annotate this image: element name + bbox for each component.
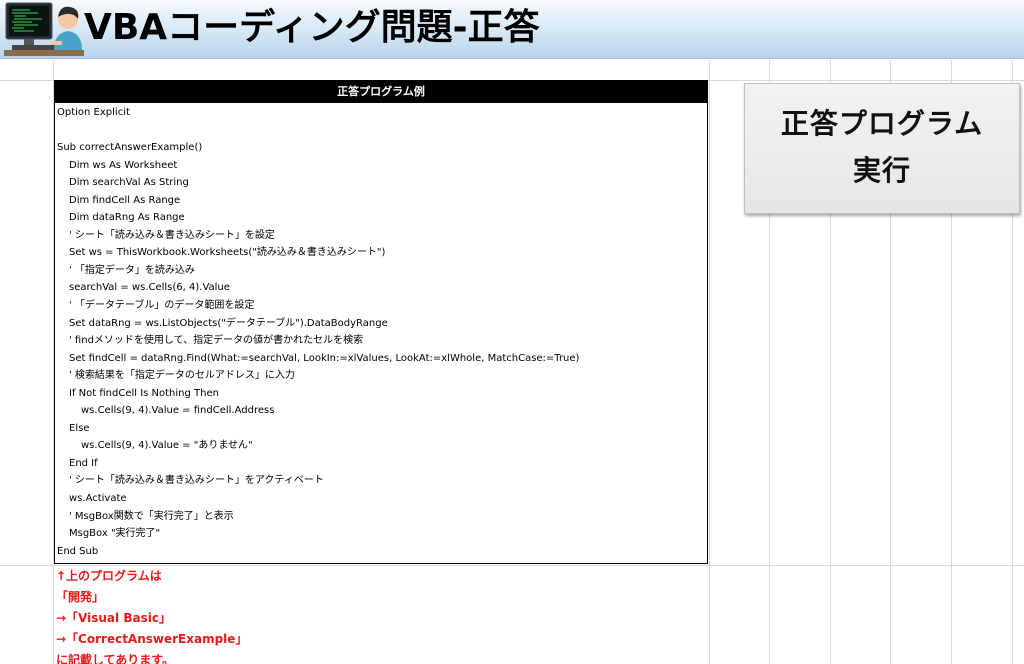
- code-line: Dim findCell As Range: [55, 192, 707, 210]
- run-answer-program-button[interactable]: 正答プログラム 実行: [744, 83, 1020, 214]
- code-block-header: 正答プログラム例: [55, 81, 707, 103]
- code-line-text: searchVal = ws.Cells(6, 4).Value: [69, 282, 230, 294]
- code-line-text: Else: [69, 422, 90, 434]
- code-line: ' 「データテーブル」のデータ範囲を設定: [55, 297, 707, 315]
- code-line-text: ' 検索結果を「指定データのセルアドレス」に入力: [69, 370, 295, 382]
- code-line-text: Dim dataRng As Range: [69, 212, 185, 224]
- programmer-at-computer-icon: [4, 1, 84, 57]
- code-line-text: Dim searchVal As String: [69, 177, 189, 189]
- code-line: Dim ws As Worksheet: [55, 157, 707, 175]
- code-line-text: MsgBox "実行完了": [69, 528, 161, 540]
- note-line: →「CorrectAnswerExample」: [56, 632, 248, 646]
- title-banner: VBAコーディング問題-正答: [0, 0, 1024, 59]
- code-line-text: End If: [69, 457, 98, 469]
- page-title: VBAコーディング問題-正答: [84, 7, 540, 48]
- code-line-text: Option Explicit: [57, 107, 130, 118]
- code-line-text: Set dataRng = ws.ListObjects("データテーブル").…: [69, 317, 388, 329]
- code-line: Sub correctAnswerExample(): [55, 139, 707, 157]
- code-line-text: Dim findCell As Range: [69, 194, 181, 206]
- code-line: ws.Activate: [55, 490, 707, 508]
- code-line-text: ws.Cells(9, 4).Value = "ありません": [81, 440, 253, 452]
- code-line-text: ' MsgBox関数で「実行完了」と表示: [69, 510, 234, 522]
- code-line: End If: [55, 455, 707, 473]
- spreadsheet-page: VBAコーディング問題-正答 正答プログラム例 Option Explicit S…: [0, 0, 1024, 664]
- code-line: ' 「指定データ」を読み込み: [55, 262, 707, 280]
- code-line-text: If Not findCell Is Nothing Then: [69, 387, 219, 399]
- code-lines: Option Explicit Sub correctAnswerExample(…: [55, 104, 707, 560]
- code-line: Else: [55, 420, 707, 438]
- run-button-label-line1: 正答プログラム: [780, 107, 984, 140]
- location-note: ↑上のプログラムは 「開発」 →「Visual Basic」 →「Correct…: [56, 566, 356, 664]
- code-line: Set dataRng = ws.ListObjects("データテーブル").…: [55, 315, 707, 333]
- code-line-text: ' findメソッドを使用して、指定データの値が書かれたセルを検索: [69, 335, 364, 347]
- code-line: ' MsgBox関数で「実行完了」と表示: [55, 508, 707, 526]
- note-line: 「開発」: [56, 590, 105, 604]
- code-line-text: ' 「指定データ」を読み込み: [69, 264, 195, 276]
- code-line: ws.Cells(9, 4).Value = "ありません": [55, 437, 707, 455]
- code-line: End Sub: [55, 543, 707, 561]
- code-line-text: Sub correctAnswerExample(): [57, 142, 203, 154]
- code-line-text: Set ws = ThisWorkbook.Worksheets("読み込み＆書…: [69, 247, 386, 259]
- note-line: →「Visual Basic」: [56, 611, 171, 625]
- code-line: Dim dataRng As Range: [55, 209, 707, 227]
- code-line: If Not findCell Is Nothing Then: [55, 385, 707, 403]
- code-line-text: ' シート「読み込み＆書き込みシート」を設定: [69, 229, 275, 241]
- code-line: Option Explicit: [55, 104, 707, 122]
- code-line: searchVal = ws.Cells(6, 4).Value: [55, 279, 707, 297]
- code-line: ' シート「読み込み＆書き込みシート」を設定: [55, 227, 707, 245]
- run-button-label-line2: 実行: [852, 154, 911, 187]
- code-line-text: ws.Activate: [69, 493, 127, 505]
- answer-code-block: 正答プログラム例 Option Explicit Sub correctAnswe…: [54, 80, 708, 564]
- code-line: Set findCell = dataRng.Find(What:=search…: [55, 350, 707, 368]
- code-line: ' 検索結果を「指定データのセルアドレス」に入力: [55, 367, 707, 385]
- code-line: ' findメソッドを使用して、指定データの値が書かれたセルを検索: [55, 332, 707, 350]
- code-line-text: ' 「データテーブル」のデータ範囲を設定: [69, 300, 255, 312]
- code-line-text: End Sub: [57, 545, 99, 557]
- code-line: ws.Cells(9, 4).Value = findCell.Address: [55, 402, 707, 420]
- code-line-text: ' シート「読み込み＆書き込みシート」をアクティベート: [69, 475, 324, 487]
- code-line-text: Set findCell = dataRng.Find(What:=search…: [69, 352, 580, 364]
- note-line: に記載してあります。: [56, 653, 175, 664]
- note-line: ↑上のプログラムは: [56, 569, 162, 583]
- code-line: ' シート「読み込み＆書き込みシート」をアクティベート: [55, 472, 707, 490]
- code-line: MsgBox "実行完了": [55, 525, 707, 543]
- code-line: Dim searchVal As String: [55, 174, 707, 192]
- code-line-text: ws.Cells(9, 4).Value = findCell.Address: [81, 405, 275, 417]
- code-line-text: Dim ws As Worksheet: [69, 159, 178, 171]
- code-line: Set ws = ThisWorkbook.Worksheets("読み込み＆書…: [55, 244, 707, 262]
